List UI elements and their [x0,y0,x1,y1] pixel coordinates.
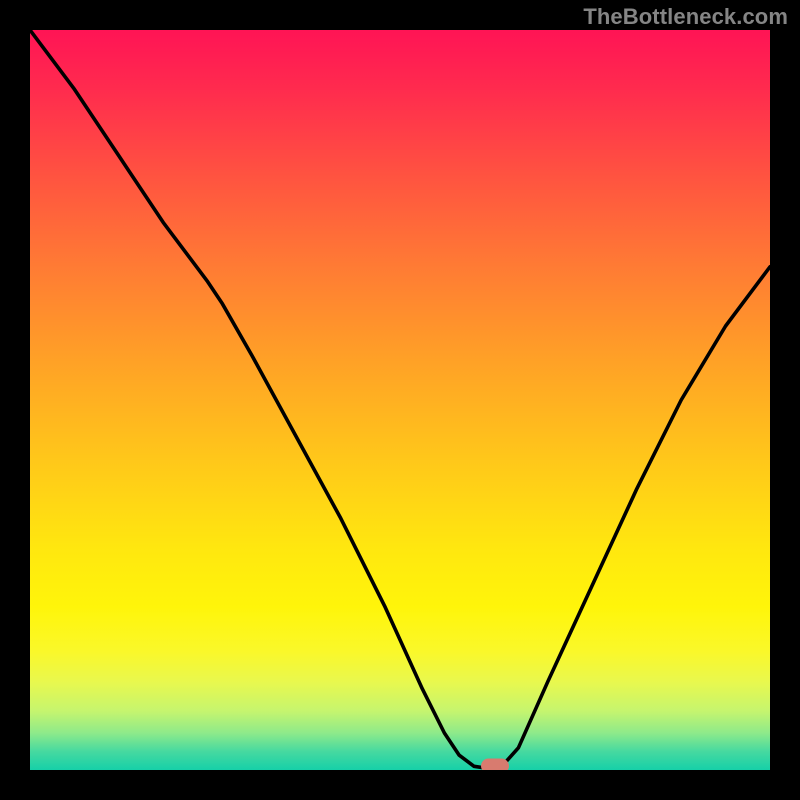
minimum-marker [481,758,509,770]
bottleneck-curve [30,30,770,770]
plot-area [30,30,770,770]
chart-frame: TheBottleneck.com [0,0,800,800]
attribution-label: TheBottleneck.com [583,4,788,30]
